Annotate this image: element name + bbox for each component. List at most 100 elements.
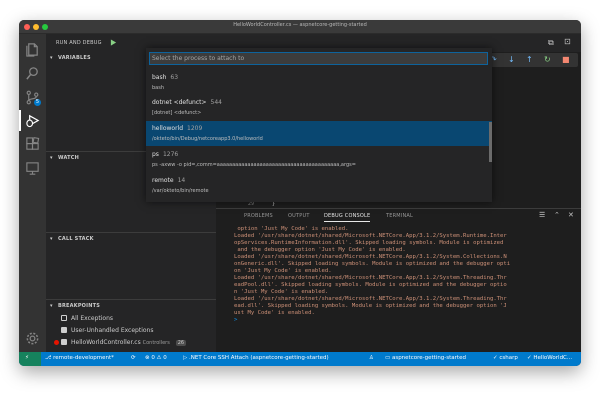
- chevron-up-icon[interactable]: ⌃: [554, 211, 560, 219]
- remote-indicator-button[interactable]: ⚡: [19, 352, 41, 366]
- breakpoint-all-exceptions[interactable]: All Exceptions: [54, 313, 214, 324]
- source-control-icon[interactable]: 5: [25, 90, 41, 106]
- bottom-panel: PROBLEMS OUTPUT DEBUG CONSOLE TERMINAL ☰…: [216, 208, 581, 353]
- tab-output[interactable]: OUTPUT: [288, 213, 310, 219]
- activity-bar: 5: [19, 34, 46, 352]
- process-name: helloworld: [152, 125, 184, 132]
- extensions-icon[interactable]: [25, 137, 40, 152]
- process-name: dotnet <defunct>: [152, 99, 207, 106]
- process-name-line: bash 63: [152, 74, 178, 81]
- active-view-indicator: [19, 110, 21, 131]
- process-name: bash: [152, 74, 167, 81]
- breakpoint-user-unhandled-exceptions[interactable]: User-Unhandled Exceptions: [54, 325, 214, 336]
- attach-process-quick-pick: bash63 bash dotnet <defunct>544 [dotnet]…: [146, 48, 492, 202]
- process-detail: /var/okteto/bin/remote: [152, 188, 209, 194]
- breakpoint-path: Controllers: [142, 340, 170, 346]
- process-item-remote[interactable]: remote 14 /var/okteto/bin/remote: [146, 173, 492, 198]
- debug-console-output[interactable]: option 'Just My Code' is enabled. Loaded…: [234, 226, 574, 352]
- checkbox-checked[interactable]: [61, 327, 67, 333]
- process-detail: [dotnet] <defunct>: [152, 110, 202, 116]
- breakpoint-helloworldcontroller[interactable]: HelloWorldController.cs Controllers 26: [54, 337, 214, 348]
- breakpoints-section-header[interactable]: ▾ BREAKPOINTS: [46, 299, 216, 312]
- active-file-status[interactable]: ✓ HelloWorldC...: [527, 355, 572, 361]
- process-detail: /okteto/bin/Debug/netcoreapp3.0/hellowor…: [152, 136, 263, 142]
- breakpoints-section-label: BREAKPOINTS: [58, 303, 100, 309]
- checkbox[interactable]: [61, 315, 67, 321]
- console-line: onGeneric.dll'. Skipped loading symbols.…: [234, 261, 511, 267]
- console-line: Loaded '/usr/share/dotnet/shared/Microso…: [234, 233, 507, 239]
- step-into-icon[interactable]: ↓: [508, 55, 515, 64]
- process-pid: 14: [177, 177, 186, 184]
- process-name-line: helloworld 1209: [152, 125, 202, 132]
- call-stack-section-header[interactable]: ▾ CALL STACK: [46, 232, 216, 245]
- title-bar: HelloWorldController.cs — aspnetcore-get…: [19, 20, 581, 34]
- process-name-line: remote 14: [152, 177, 185, 184]
- language-status[interactable]: ✓ csharp: [493, 355, 518, 361]
- process-name: remote: [152, 177, 174, 184]
- debug-icon[interactable]: [25, 113, 40, 128]
- filter-icon[interactable]: ☰: [539, 211, 545, 219]
- process-item-bash[interactable]: bash 63 bash: [146, 70, 492, 95]
- quick-pick-input-box[interactable]: [149, 52, 488, 65]
- process-pid: 1209: [187, 125, 203, 132]
- console-line: eadPool.dll'. Skipped loading symbols. M…: [234, 282, 507, 288]
- chevron-down-icon: ▾: [50, 236, 53, 242]
- remote-explorer-icon[interactable]: [25, 161, 40, 176]
- restart-icon[interactable]: ↻: [544, 55, 551, 64]
- settings-gear-icon[interactable]: [25, 331, 40, 346]
- quick-pick-scrollbar[interactable]: [489, 122, 492, 162]
- debug-toolbar: ↷ ↓ ↑ ↻ ■: [482, 53, 578, 67]
- chevron-down-icon: ▾: [50, 155, 53, 161]
- process-name-line: ps 1276: [152, 151, 178, 158]
- chevron-down-icon: ▾: [50, 303, 53, 309]
- window-title: HelloWorldController.cs — aspnetcore-get…: [233, 22, 367, 28]
- process-item-ps[interactable]: ps 1276 ps -axww -o pid=,comm=aaaaaaaaaaa…: [146, 147, 492, 172]
- folder-status[interactable]: ▭ aspnetcore-getting-started: [385, 355, 466, 361]
- active-file-name: HelloWorldC...: [533, 355, 573, 361]
- process-name: ps: [152, 151, 159, 158]
- breakpoint-line-badge: 26: [175, 340, 187, 346]
- language-name: csharp: [499, 355, 518, 361]
- close-icon[interactable]: ✕: [568, 211, 574, 219]
- split-editor-icon[interactable]: ⧉: [548, 38, 554, 48]
- vscode-window: HelloWorldController.cs — aspnetcore-get…: [19, 20, 581, 366]
- process-search-input[interactable]: [152, 53, 482, 64]
- status-bar: ⚡ ⎇ remote-development* ⟳ ⊗ 0 ⚠ 0 ▷ .NET…: [19, 352, 581, 366]
- debug-config-status[interactable]: ▷ .NET Core SSH Attach (aspnetcore-getti…: [183, 355, 329, 361]
- tab-debug-console[interactable]: DEBUG CONSOLE: [324, 213, 371, 222]
- start-debugging-icon[interactable]: [110, 39, 117, 46]
- step-out-icon[interactable]: ↑: [526, 55, 533, 64]
- process-pid: 63: [170, 74, 179, 81]
- stop-icon[interactable]: ■: [562, 55, 570, 64]
- folder-name: aspnetcore-getting-started: [391, 355, 466, 361]
- variables-section-label: VARIABLES: [58, 55, 91, 61]
- process-item-helloworld[interactable]: helloworld 1209 /okteto/bin/Debug/netcore…: [146, 121, 492, 146]
- layout-icon[interactable]: ⊡: [564, 37, 571, 46]
- console-line: opServices.RuntimeInformation.dll'. Skip…: [234, 240, 504, 246]
- console-line: Loaded '/usr/share/dotnet/shared/Microso…: [234, 296, 507, 302]
- branch-name: remote-development*: [53, 355, 114, 361]
- chevron-down-icon: ▾: [50, 55, 53, 61]
- checkbox-checked[interactable]: [61, 339, 67, 345]
- console-line: ust My Code' is enabled.: [234, 310, 315, 316]
- search-icon[interactable]: [25, 66, 40, 81]
- sync-icon[interactable]: ⟳: [131, 355, 136, 361]
- git-branch-status[interactable]: ⎇ remote-development*: [45, 355, 114, 361]
- person-icon[interactable]: ♙: [369, 355, 374, 361]
- process-item-dotnet-defunct[interactable]: dotnet <defunct> 544 [dotnet] <defunct>: [146, 95, 492, 120]
- breakpoint-file: HelloWorldController.cs: [71, 339, 141, 346]
- console-line: ead.dll'. Skipped loading symbols. Modul…: [234, 303, 507, 309]
- files-icon[interactable]: [25, 42, 40, 57]
- console-prompt[interactable]: >: [234, 317, 574, 324]
- breakpoint-dot-icon: [54, 340, 59, 345]
- console-line: on 'Just My Code' is enabled.: [234, 268, 332, 274]
- tab-problems[interactable]: PROBLEMS: [244, 213, 273, 219]
- console-line: Loaded '/usr/share/dotnet/shared/Microso…: [234, 275, 507, 281]
- problems-status[interactable]: ⊗ 0 ⚠ 0: [145, 355, 167, 361]
- tab-terminal[interactable]: TERMINAL: [386, 213, 413, 219]
- console-line: n 'Just My Code' is enabled.: [234, 289, 329, 295]
- debug-config-name: .NET Core SSH Attach (aspnetcore-getting…: [188, 355, 329, 361]
- process-pid: 1276: [162, 151, 179, 158]
- sidebar-title: RUN AND DEBUG: [56, 40, 102, 46]
- call-stack-section-label: CALL STACK: [58, 236, 94, 242]
